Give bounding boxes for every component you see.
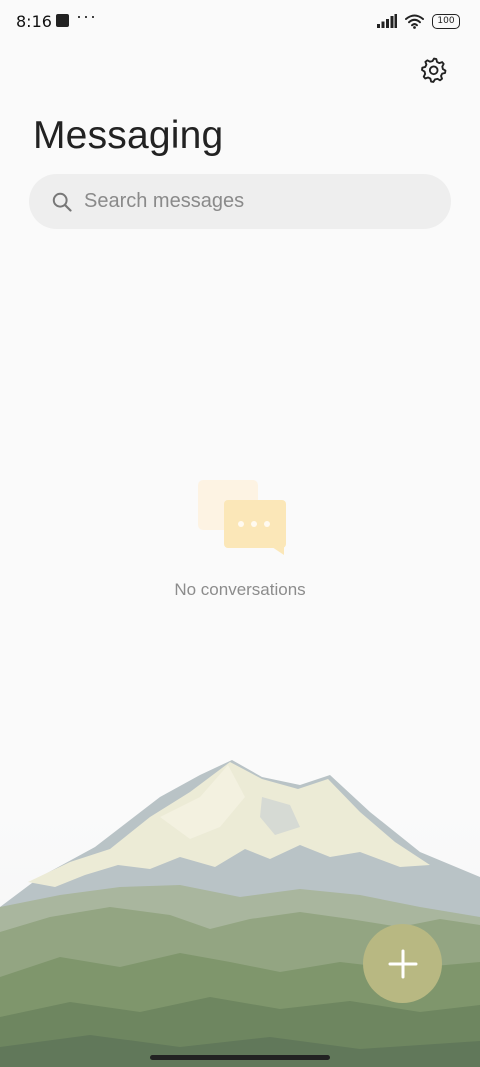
search-bar[interactable] xyxy=(29,174,451,229)
empty-state: No conversations xyxy=(0,478,480,600)
search-icon xyxy=(51,191,73,213)
notification-square-icon xyxy=(56,14,69,27)
page-title: Messaging xyxy=(33,114,224,157)
signal-icon xyxy=(377,14,397,28)
home-indicator[interactable] xyxy=(150,1055,330,1060)
battery-icon: 100 xyxy=(432,13,460,29)
plus-icon xyxy=(388,949,417,978)
gear-icon xyxy=(421,57,447,83)
mountain-landscape-illustration xyxy=(0,757,480,1067)
status-time: 8:16 xyxy=(16,12,52,31)
new-conversation-button[interactable] xyxy=(363,924,442,1003)
chat-bubbles-icon xyxy=(198,480,286,555)
battery-level: 100 xyxy=(437,15,455,26)
settings-button[interactable] xyxy=(416,52,452,88)
search-input[interactable] xyxy=(84,190,414,213)
status-bar: 8:16 ··· 100 xyxy=(0,0,480,44)
empty-state-message: No conversations xyxy=(174,580,306,599)
status-icons: 100 xyxy=(377,11,460,31)
more-notifications-icon: ··· xyxy=(76,6,97,26)
wifi-icon xyxy=(405,14,424,29)
